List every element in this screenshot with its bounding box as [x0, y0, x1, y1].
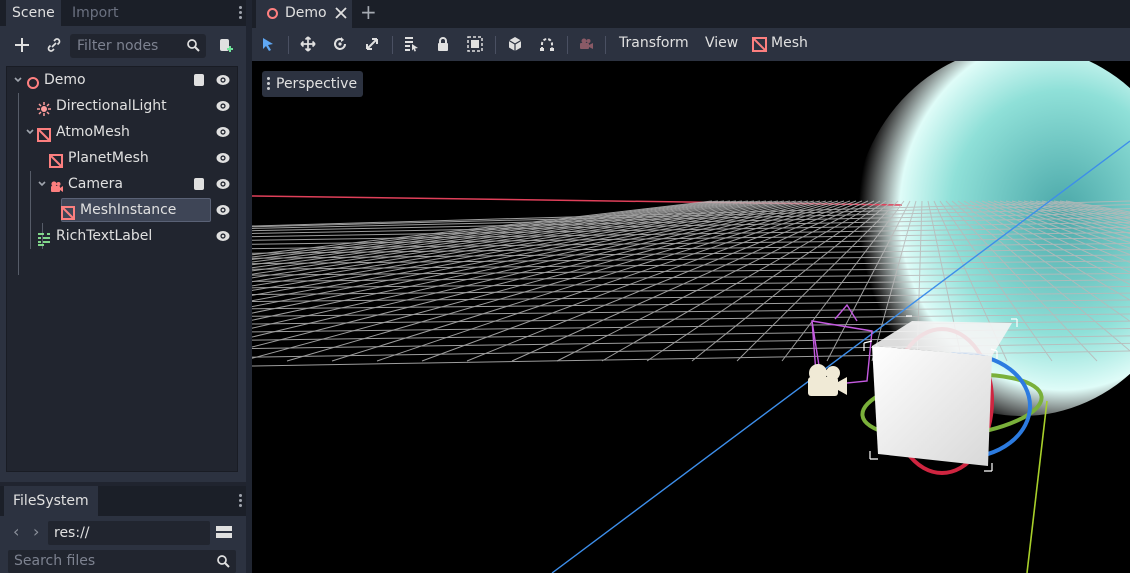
tree-item-richtextlabel[interactable]: RichTextLabel: [7, 223, 237, 249]
tree-item-camera[interactable]: Camera: [7, 171, 237, 197]
tree-item-label: DirectionalLight: [56, 98, 167, 114]
add-node-button[interactable]: [10, 34, 34, 56]
tab-filesystem[interactable]: FileSystem: [4, 486, 98, 516]
camera-billboard-icon: [808, 364, 847, 396]
back-arrow-icon[interactable]: ‹: [13, 522, 19, 541]
eye-icon[interactable]: [216, 100, 230, 112]
tree-item-planetmesh[interactable]: PlanetMesh: [7, 145, 237, 171]
camera-icon: [49, 177, 63, 192]
tree-item-label: Camera: [68, 176, 123, 192]
tree-item-atmomesh[interactable]: AtmoMesh: [7, 119, 237, 145]
scene-toolbar: Filter nodes: [0, 30, 246, 60]
split-view-icon[interactable]: [216, 524, 232, 540]
view-menu[interactable]: View: [705, 35, 738, 51]
tree-item-meshinstance[interactable]: MeshInstance: [7, 197, 237, 223]
chevron-down-icon[interactable]: [13, 75, 23, 85]
link-icon: [47, 38, 61, 52]
eye-icon[interactable]: [216, 204, 230, 216]
perspective-menu-button[interactable]: Perspective: [262, 71, 364, 97]
mesh-icon: [61, 203, 75, 220]
group-icon[interactable]: [467, 36, 483, 52]
tree-item-directionallight[interactable]: DirectionalLight: [7, 93, 237, 119]
instance-scene-button[interactable]: [42, 34, 66, 56]
chevron-down-icon[interactable]: [37, 179, 47, 189]
mesh-icon: [49, 151, 63, 168]
search-icon: [217, 555, 230, 568]
y-axis-line: [1026, 400, 1048, 573]
eye-icon[interactable]: [216, 178, 230, 190]
eye-icon[interactable]: [216, 230, 230, 242]
tree-item-demo[interactable]: Demo: [7, 67, 237, 93]
tree-item-label: MeshInstance: [80, 202, 177, 218]
move-tool-icon[interactable]: [300, 36, 316, 52]
tab-import[interactable]: Import: [66, 0, 124, 26]
snap-icon[interactable]: [539, 36, 555, 52]
filesystem-panel: ‹ › res:// Search files: [0, 516, 246, 573]
filesystem-dock-tabs: FileSystem: [0, 486, 246, 516]
scene-root-icon: [267, 8, 278, 19]
chevron-down-icon[interactable]: [25, 127, 35, 137]
rotate-tool-icon[interactable]: [332, 36, 348, 52]
lock-icon[interactable]: [435, 36, 451, 52]
filter-nodes-input[interactable]: Filter nodes: [70, 34, 206, 58]
mesh-instance-cube: [872, 346, 992, 466]
scene-tab-label: Demo: [285, 5, 327, 21]
script-icon[interactable]: [193, 73, 205, 87]
camera-preview-icon[interactable]: [578, 36, 594, 52]
eye-icon[interactable]: [216, 152, 230, 164]
search-icon: [187, 39, 200, 52]
mesh-icon: [37, 125, 51, 142]
cube-icon[interactable]: [507, 36, 523, 52]
filesystem-path-field[interactable]: res://: [48, 521, 210, 545]
tab-demo-scene[interactable]: Demo: [256, 0, 352, 28]
eye-icon[interactable]: [216, 74, 230, 86]
3d-viewport[interactable]: Perspective: [252, 61, 1130, 573]
scene-root-icon: [26, 73, 40, 89]
scene-dock-tabs: Scene Import: [0, 0, 246, 26]
transform-menu[interactable]: Transform: [619, 35, 689, 51]
scale-tool-icon[interactable]: [364, 36, 380, 52]
left-dock: Scene Import Filter nodes Demo Direction…: [0, 0, 246, 573]
filter-placeholder: Filter nodes: [77, 38, 159, 54]
viewport-toolbar: Transform View Mesh: [252, 28, 1130, 61]
scene-panel: Filter nodes Demo DirectionalLight AtmoM…: [0, 26, 246, 482]
plus-icon: [15, 38, 29, 52]
script-add-icon: [220, 39, 233, 52]
search-placeholder: Search files: [14, 553, 96, 569]
attach-script-button[interactable]: [214, 34, 238, 56]
script-icon[interactable]: [193, 177, 205, 191]
perspective-label: Perspective: [276, 76, 358, 92]
close-icon[interactable]: [335, 7, 347, 19]
tree-item-label: AtmoMesh: [56, 124, 130, 140]
dock-menu-icon[interactable]: [236, 493, 244, 509]
dock-menu-icon[interactable]: [236, 5, 244, 21]
select-tool-icon[interactable]: [260, 36, 276, 52]
forward-arrow-icon[interactable]: ›: [33, 522, 39, 541]
menu-dots-icon: [267, 77, 270, 91]
tree-item-label: Demo: [44, 72, 86, 88]
search-files-input[interactable]: Search files: [8, 550, 236, 573]
scene-tabs: Demo +: [252, 0, 1130, 28]
eye-icon[interactable]: [216, 126, 230, 138]
richtext-icon: [37, 229, 51, 246]
scene-tree: Demo DirectionalLight AtmoMesh PlanetMes…: [6, 66, 238, 472]
tree-item-label: RichTextLabel: [56, 228, 153, 244]
mesh-menu[interactable]: Mesh: [771, 35, 808, 51]
tree-item-label: PlanetMesh: [68, 150, 149, 166]
tab-scene[interactable]: Scene: [6, 0, 61, 26]
viewport-scene[interactable]: [252, 61, 1130, 573]
mesh-icon: [752, 37, 767, 52]
add-tab-icon[interactable]: +: [360, 2, 377, 22]
main-editor: Demo + Transform View Mesh Perspective: [252, 0, 1130, 573]
list-select-icon[interactable]: [403, 36, 419, 52]
light-icon: [37, 99, 51, 116]
